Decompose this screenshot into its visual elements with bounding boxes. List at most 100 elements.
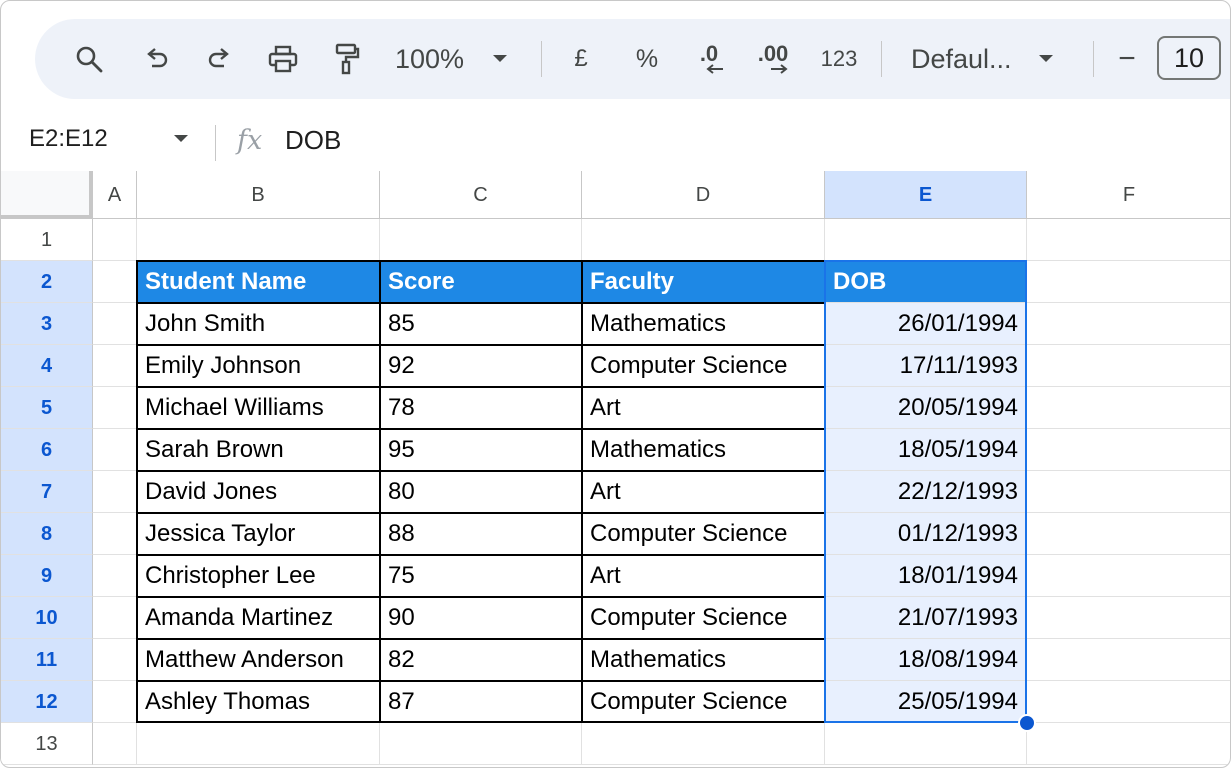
empty-cell[interactable] <box>1027 303 1230 345</box>
table-cell[interactable]: Computer Science <box>582 681 825 723</box>
percent-format-button[interactable]: % <box>631 19 663 99</box>
empty-cell[interactable] <box>93 681 137 723</box>
table-cell[interactable]: 17/11/1993 <box>825 345 1027 387</box>
decrease-decimal-button[interactable]: .0 <box>689 19 729 99</box>
row-header-2[interactable]: 2 <box>1 261 93 303</box>
empty-cell[interactable] <box>1027 261 1230 303</box>
number-format-button[interactable]: 123 <box>817 19 861 99</box>
table-cell[interactable]: 87 <box>380 681 582 723</box>
table-cell[interactable]: Amanda Martinez <box>137 597 380 639</box>
row-header-3[interactable]: 3 <box>1 303 93 345</box>
empty-cell[interactable] <box>1027 387 1230 429</box>
select-all-corner[interactable] <box>1 171 93 219</box>
empty-cell[interactable] <box>1027 597 1230 639</box>
empty-cell[interactable] <box>1027 219 1230 261</box>
empty-cell[interactable] <box>1027 555 1230 597</box>
empty-cell[interactable] <box>93 471 137 513</box>
empty-cell[interactable] <box>93 639 137 681</box>
empty-cell[interactable] <box>1027 639 1230 681</box>
table-cell[interactable]: 01/12/1993 <box>825 513 1027 555</box>
column-header-c[interactable]: C <box>380 171 582 219</box>
table-cell[interactable]: 92 <box>380 345 582 387</box>
table-cell[interactable]: Jessica Taylor <box>137 513 380 555</box>
table-cell[interactable]: Art <box>582 387 825 429</box>
column-header-a[interactable]: A <box>93 171 137 219</box>
empty-cell[interactable] <box>93 723 137 765</box>
font-family-select[interactable]: Defaul... <box>911 19 1071 99</box>
table-cell[interactable]: 80 <box>380 471 582 513</box>
column-header-b[interactable]: B <box>137 171 380 219</box>
table-cell[interactable]: Christopher Lee <box>137 555 380 597</box>
undo-button[interactable] <box>137 19 177 99</box>
table-header-cell[interactable]: Student Name <box>137 261 380 303</box>
empty-cell[interactable] <box>93 555 137 597</box>
table-cell[interactable]: 85 <box>380 303 582 345</box>
increase-decimal-button[interactable]: .00 <box>751 19 795 99</box>
column-header-f[interactable]: F <box>1027 171 1230 219</box>
row-header-9[interactable]: 9 <box>1 555 93 597</box>
table-cell[interactable]: Computer Science <box>582 345 825 387</box>
currency-format-button[interactable]: £ <box>565 19 597 99</box>
paint-format-button[interactable] <box>327 19 367 99</box>
table-cell[interactable]: 25/05/1994 <box>825 681 1027 723</box>
table-cell[interactable]: Art <box>582 555 825 597</box>
table-cell[interactable]: Mathematics <box>582 639 825 681</box>
row-header-10[interactable]: 10 <box>1 597 93 639</box>
table-cell[interactable]: 18/08/1994 <box>825 639 1027 681</box>
table-cell[interactable]: Matthew Anderson <box>137 639 380 681</box>
empty-cell[interactable] <box>93 303 137 345</box>
empty-cell[interactable] <box>582 219 825 261</box>
redo-button[interactable] <box>199 19 239 99</box>
search-button[interactable] <box>69 19 109 99</box>
table-cell[interactable]: Sarah Brown <box>137 429 380 471</box>
table-cell[interactable]: Emily Johnson <box>137 345 380 387</box>
table-cell[interactable]: Ashley Thomas <box>137 681 380 723</box>
print-button[interactable] <box>263 19 303 99</box>
empty-cell[interactable] <box>380 219 582 261</box>
empty-cell[interactable] <box>93 345 137 387</box>
empty-cell[interactable] <box>1027 429 1230 471</box>
empty-cell[interactable] <box>93 261 137 303</box>
table-cell[interactable]: 90 <box>380 597 582 639</box>
empty-cell[interactable] <box>1027 723 1230 765</box>
table-cell[interactable]: Computer Science <box>582 597 825 639</box>
table-cell[interactable]: 88 <box>380 513 582 555</box>
empty-cell[interactable] <box>137 219 380 261</box>
table-cell[interactable]: Art <box>582 471 825 513</box>
table-cell[interactable]: Michael Williams <box>137 387 380 429</box>
column-header-d[interactable]: D <box>582 171 825 219</box>
formula-input[interactable]: DOB <box>285 125 341 156</box>
table-header-cell[interactable]: Faculty <box>582 261 825 303</box>
name-box[interactable]: E2:E12 <box>29 125 108 153</box>
decrease-font-size-button[interactable]: − <box>1111 19 1143 99</box>
table-cell[interactable]: 26/01/1994 <box>825 303 1027 345</box>
empty-cell[interactable] <box>1027 471 1230 513</box>
table-header-cell[interactable]: DOB <box>825 261 1027 303</box>
empty-cell[interactable] <box>93 597 137 639</box>
empty-cell[interactable] <box>1027 345 1230 387</box>
empty-cell[interactable] <box>582 723 825 765</box>
table-cell[interactable]: 95 <box>380 429 582 471</box>
table-cell[interactable]: 78 <box>380 387 582 429</box>
empty-cell[interactable] <box>1027 681 1230 723</box>
table-header-cell[interactable]: Score <box>380 261 582 303</box>
table-cell[interactable]: 18/05/1994 <box>825 429 1027 471</box>
row-header-1[interactable]: 1 <box>1 219 93 261</box>
row-header-11[interactable]: 11 <box>1 639 93 681</box>
empty-cell[interactable] <box>93 219 137 261</box>
row-header-7[interactable]: 7 <box>1 471 93 513</box>
row-header-6[interactable]: 6 <box>1 429 93 471</box>
fill-handle[interactable] <box>1018 714 1036 732</box>
table-cell[interactable]: 20/05/1994 <box>825 387 1027 429</box>
row-header-4[interactable]: 4 <box>1 345 93 387</box>
table-cell[interactable]: Mathematics <box>582 303 825 345</box>
table-cell[interactable]: 21/07/1993 <box>825 597 1027 639</box>
empty-cell[interactable] <box>93 429 137 471</box>
table-cell[interactable]: 18/01/1994 <box>825 555 1027 597</box>
table-cell[interactable]: 22/12/1993 <box>825 471 1027 513</box>
table-cell[interactable]: 82 <box>380 639 582 681</box>
empty-cell[interactable] <box>825 723 1027 765</box>
font-size-input[interactable]: 10 <box>1157 36 1221 80</box>
chevron-down-icon[interactable] <box>173 134 189 144</box>
table-cell[interactable]: John Smith <box>137 303 380 345</box>
